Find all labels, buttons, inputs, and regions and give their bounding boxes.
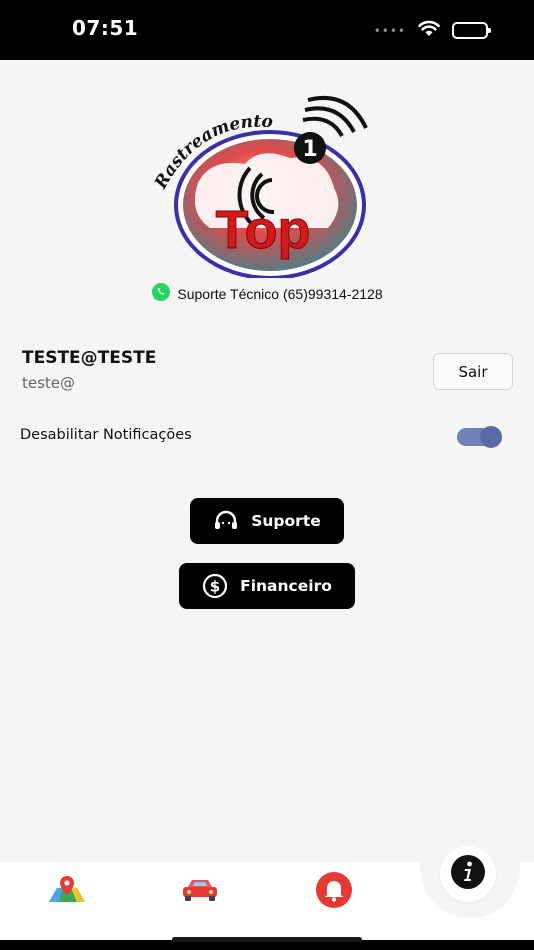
tab-alerts[interactable] [312,872,356,912]
finance-button[interactable]: $ Financeiro [179,563,355,609]
disable-notifications-toggle[interactable] [457,426,502,448]
finance-button-label: Financeiro [240,577,332,595]
home-indicator[interactable] [172,937,362,942]
car-icon [180,877,220,907]
logout-button[interactable]: Sair [433,353,513,390]
logo-number: 1 [302,137,317,162]
logo-main-text: Top [216,200,311,260]
info-icon [450,854,486,894]
company-logo: 1 Rastreamento Top [150,88,380,280]
cellular-signal-icon: •••• [373,23,406,38]
svg-text:$: $ [210,578,220,596]
user-email: teste@ [22,374,76,392]
status-time: 07:51 [72,16,139,40]
status-bar: 07:51 •••• [0,0,534,60]
toggle-knob [480,426,502,448]
support-button-label: Suporte [251,512,321,530]
support-contact[interactable]: Suporte Técnico (65)99314-2128 [0,282,534,305]
map-pin-icon [47,874,87,910]
disable-notifications-label: Desabilitar Notificações [20,427,192,443]
tab-vehicles[interactable] [178,876,222,908]
status-icons: •••• [373,20,491,41]
tab-info[interactable] [440,846,496,902]
bell-icon [315,871,353,913]
dollar-circle-icon: $ [202,573,228,599]
wifi-icon [418,20,440,41]
user-name: TESTE@TESTE [22,348,157,368]
battery-icon [452,22,491,39]
support-button[interactable]: Suporte [190,498,344,544]
whatsapp-icon [151,282,171,305]
tab-map[interactable] [44,872,90,912]
headset-icon [213,508,239,534]
support-text: Suporte Técnico (65)99314-2128 [177,285,383,302]
